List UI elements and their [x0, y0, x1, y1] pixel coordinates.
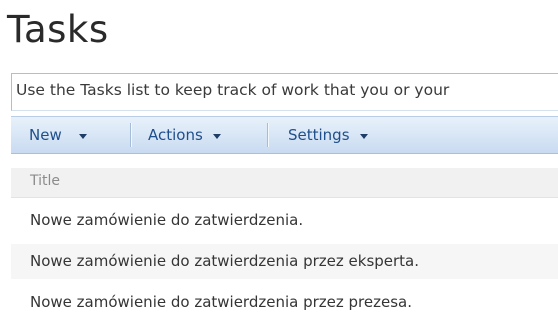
list-item: Nowe zamówienie do zatwierdzenia. [11, 203, 558, 238]
list-item: Nowe zamówienie do zatwierdzenia przez p… [11, 285, 558, 320]
list-description-text: Use the Tasks list to keep track of work… [16, 81, 450, 99]
list-column-header: Title [11, 168, 558, 198]
toolbar-separator [267, 123, 268, 147]
settings-menu-button[interactable]: Settings [288, 117, 368, 153]
toolbar-separator [130, 123, 131, 147]
page-title: Tasks [7, 8, 109, 51]
chevron-down-icon [212, 133, 221, 139]
task-title-link[interactable]: Nowe zamówienie do zatwierdzenia przez p… [30, 293, 412, 311]
chevron-down-icon [359, 133, 368, 139]
list-description: Use the Tasks list to keep track of work… [11, 73, 558, 111]
list-item: Nowe zamówienie do zatwierdzenia przez e… [11, 244, 558, 279]
actions-menu-button[interactable]: Actions [148, 117, 221, 153]
chevron-down-icon [78, 133, 87, 139]
column-header-title[interactable]: Title [30, 173, 60, 189]
new-menu-button[interactable]: New [29, 117, 87, 153]
task-title-link[interactable]: Nowe zamówienie do zatwierdzenia. [30, 211, 303, 229]
task-title-link[interactable]: Nowe zamówienie do zatwierdzenia przez e… [30, 252, 419, 270]
settings-menu-label: Settings [288, 126, 350, 144]
new-menu-label: New [29, 126, 62, 144]
actions-menu-label: Actions [148, 126, 203, 144]
list-toolbar: New Actions Settings [11, 116, 558, 154]
